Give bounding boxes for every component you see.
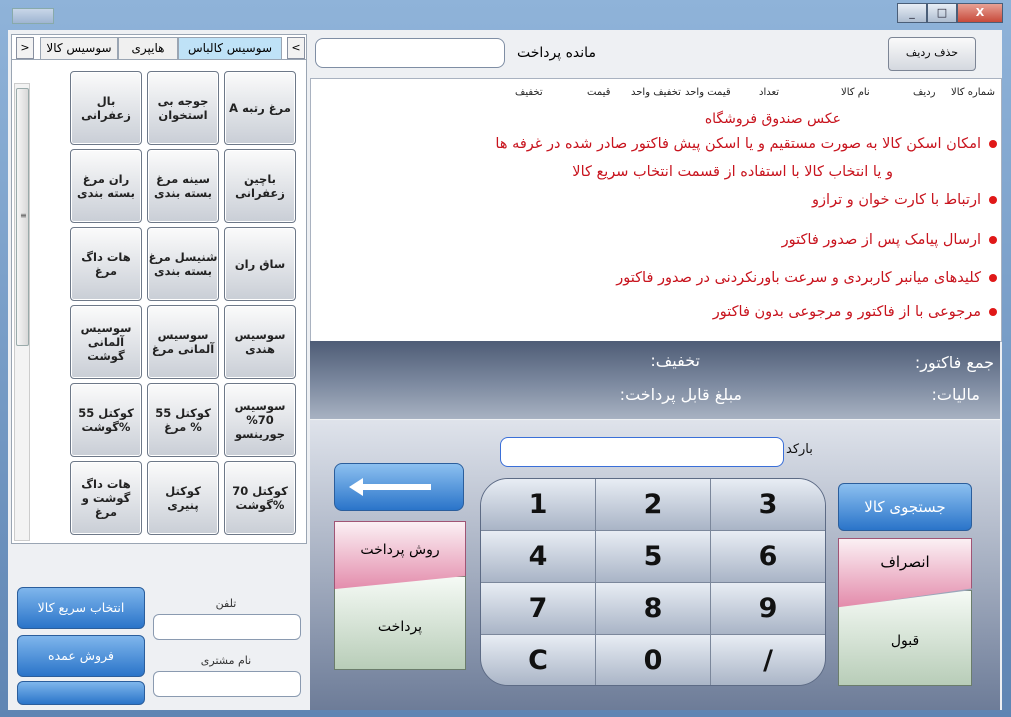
key-2[interactable]: 2 <box>596 479 711 531</box>
promo-line: و یا انتخاب کالا با استفاده از قسمت انتخ… <box>572 164 893 180</box>
key-3[interactable]: 3 <box>711 479 825 531</box>
product-tile[interactable]: هات داگ مرغ <box>70 227 142 301</box>
client-area: < سوسیس کالباس هایپری سوسیس کالا > ≡ مرغ… <box>8 30 1002 710</box>
tab-nav-prev-button[interactable]: < <box>287 37 305 59</box>
product-scrollbar[interactable]: ≡ <box>14 83 30 541</box>
close-button[interactable]: X <box>957 3 1003 23</box>
maximize-button[interactable]: □ <box>927 3 957 23</box>
customer-name-label: نام مشتری <box>200 654 252 667</box>
bullet-icon <box>989 140 997 148</box>
product-tile[interactable]: باچین زعفرانی <box>224 149 296 223</box>
product-tile[interactable]: مرغ رتبه A <box>224 71 296 145</box>
column-header: قیمت واحد <box>685 87 731 98</box>
product-tile[interactable]: سوسیس آلمانی گوشت <box>70 305 142 379</box>
delete-row-button[interactable]: حذف ردیف <box>888 37 976 71</box>
product-tile[interactable]: شنیسل مرغ بسته بندی <box>147 227 219 301</box>
key-8[interactable]: 8 <box>596 583 711 635</box>
key-slash[interactable]: / <box>711 635 825 685</box>
tab-sausage-other[interactable]: سوسیس کالا <box>40 37 118 59</box>
entry-panel: بارکد روش پرداخت پرداخت 1 2 3 4 5 6 7 8 … <box>310 420 1000 710</box>
numeric-keypad: 1 2 3 4 5 6 7 8 9 C 0 / <box>480 478 826 686</box>
product-tile[interactable]: ساق ران <box>224 227 296 301</box>
promo-line: امکان اسکن کالا به صورت مستقیم و یا اسکن… <box>495 136 997 152</box>
scroll-thumb[interactable]: ≡ <box>16 88 29 346</box>
product-tile[interactable]: سوسیس 70% جورینسو <box>224 383 296 457</box>
key-1[interactable]: 1 <box>481 479 596 531</box>
key-5[interactable]: 5 <box>596 531 711 583</box>
product-tile[interactable]: ران مرغ بسته بندی <box>70 149 142 223</box>
product-tile[interactable]: جوجه بی استخوان <box>147 71 219 145</box>
category-tabs: < سوسیس کالباس هایپری سوسیس کالا > <box>12 35 306 60</box>
remaining-payment-label: مانده پرداخت <box>517 45 596 61</box>
column-header: تعداد <box>759 87 780 98</box>
app-icon <box>12 8 54 24</box>
pos-window: _ □ X < سوسیس کالباس هایپری سوسیس کالا >… <box>0 0 1011 717</box>
column-header: قیمت <box>587 87 611 98</box>
discount-label: تخفیف: <box>650 351 700 370</box>
promo-title: عکس صندوق فروشگاه <box>704 111 841 127</box>
remaining-payment-field <box>315 38 505 68</box>
key-clear[interactable]: C <box>481 635 596 685</box>
product-tile[interactable]: کوکتل پنیری <box>147 461 219 535</box>
column-header: شماره کالا <box>951 87 995 98</box>
promo-line: مرجوعی با از فاکتور و مرجوعی بدون فاکتور <box>713 304 997 320</box>
arrow-shaft <box>361 484 431 490</box>
key-6[interactable]: 6 <box>711 531 825 583</box>
product-tile[interactable]: کوکتل 70 %گوشت <box>224 461 296 535</box>
customer-name-input[interactable] <box>153 671 301 697</box>
tab-nav-next-button[interactable]: > <box>16 37 34 59</box>
phone-input[interactable] <box>153 614 301 640</box>
totals-panel: جمع فاکتور: تخفیف: مالیات: مبلغ قابل پرد… <box>310 341 1000 419</box>
payable-amount-label: مبلغ قابل پرداخت: <box>619 385 742 404</box>
product-tile[interactable]: کوکتل 55 % مرغ <box>147 383 219 457</box>
promo-line: کلیدهای میانبر کاربردی و سرعت باورنکردنی… <box>616 270 997 286</box>
column-header: تخفیف واحد <box>631 87 681 98</box>
barcode-input[interactable] <box>500 437 784 467</box>
product-tile[interactable]: سوسیس آلمانی مرغ <box>147 305 219 379</box>
key-7[interactable]: 7 <box>481 583 596 635</box>
backspace-button[interactable] <box>334 463 464 511</box>
customer-panel: انتخاب سریع کالا فروش عمده تلفن نام مشتر… <box>11 544 305 710</box>
quick-product-panel: < سوسیس کالباس هایپری سوسیس کالا > ≡ مرغ… <box>11 34 307 544</box>
more-button[interactable] <box>17 681 145 705</box>
invoice-total-label: جمع فاکتور: <box>914 353 994 372</box>
promo-line: ارسال پیامک پس از صدور فاکتور <box>782 232 997 248</box>
column-header: ردیف <box>913 87 936 98</box>
key-9[interactable]: 9 <box>711 583 825 635</box>
bullet-icon <box>989 196 997 204</box>
tax-label: مالیات: <box>931 385 980 404</box>
bullet-icon <box>989 308 997 316</box>
phone-label: تلفن <box>215 597 237 610</box>
quick-select-button[interactable]: انتخاب سریع کالا <box>17 587 145 629</box>
product-tile[interactable]: کوکتل 55 %گوشت <box>70 383 142 457</box>
product-tile[interactable]: بال زعفرانی <box>70 71 142 145</box>
tab-hyper[interactable]: هایپری <box>118 37 178 59</box>
column-header: نام کالا <box>841 87 870 98</box>
bullet-icon <box>989 274 997 282</box>
promo-line: ارتباط با کارت خوان و ترازو <box>812 192 997 208</box>
bullet-icon <box>989 236 997 244</box>
search-product-button[interactable]: جستجوی کالا <box>838 483 972 531</box>
wholesale-button[interactable]: فروش عمده <box>17 635 145 677</box>
invoice-grid[interactable]: ردیف شماره کالا نام کالا تعداد قیمت واحد… <box>310 78 1002 342</box>
key-4[interactable]: 4 <box>481 531 596 583</box>
product-tile[interactable]: سینه مرغ بسته بندی <box>147 149 219 223</box>
barcode-label: بارکد <box>786 442 813 457</box>
key-0[interactable]: 0 <box>596 635 711 685</box>
product-tile[interactable]: سوسیس هندی <box>224 305 296 379</box>
pay-button[interactable]: پرداخت <box>334 576 466 670</box>
product-tile[interactable]: هات داگ گوشت و مرغ <box>70 461 142 535</box>
column-header: تخفیف <box>515 87 543 98</box>
title-bar: _ □ X <box>0 0 1011 30</box>
minimize-button[interactable]: _ <box>897 3 927 23</box>
tab-sausage-cold-cuts[interactable]: سوسیس کالباس <box>178 37 282 59</box>
